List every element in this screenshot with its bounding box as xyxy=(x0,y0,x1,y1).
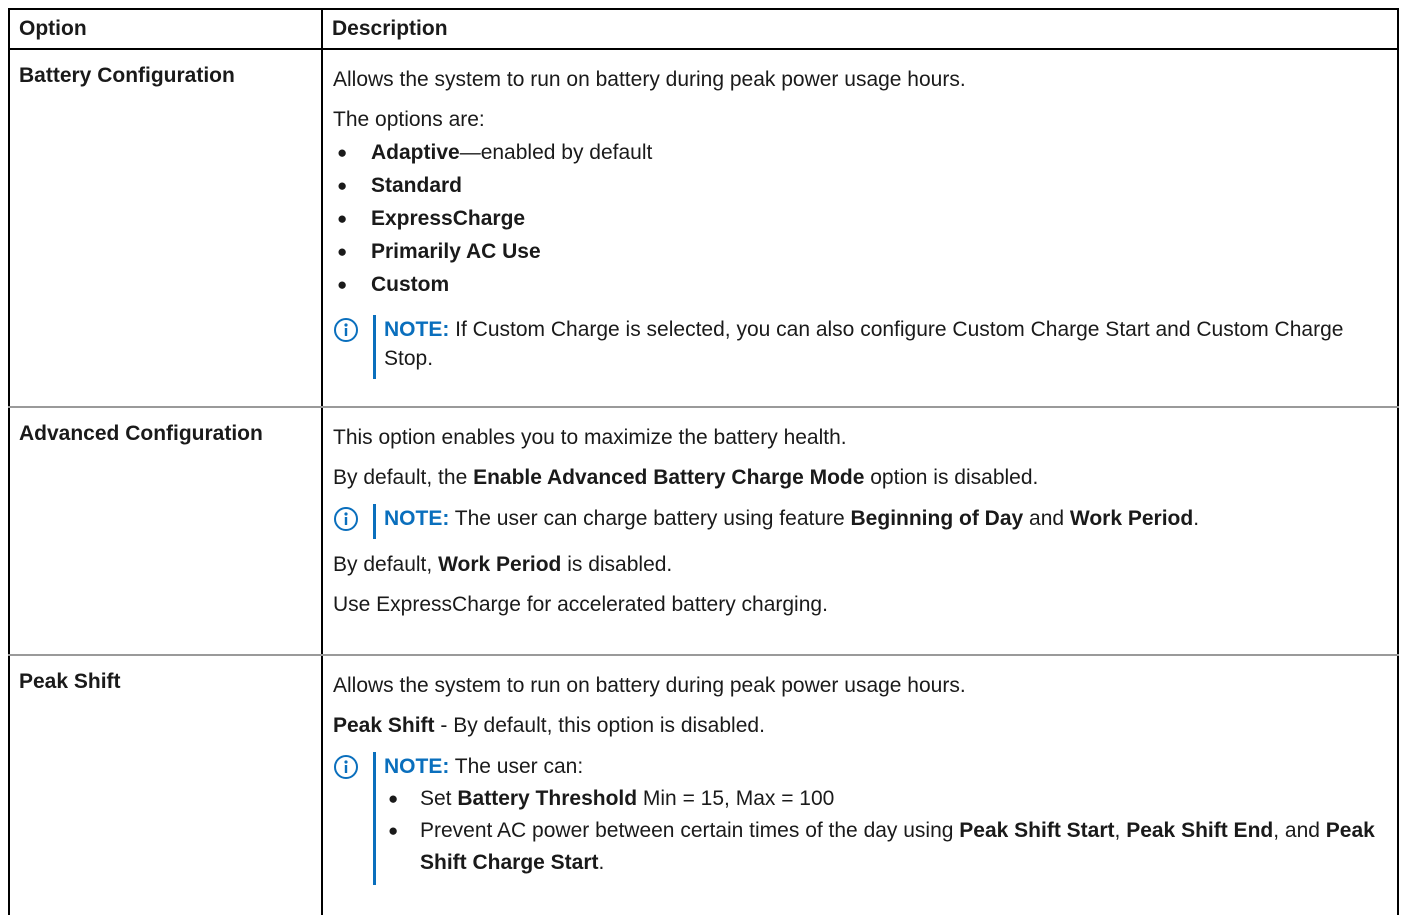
peak-note: NOTE: The user can: ● Set Battery Thresho… xyxy=(333,752,1387,885)
battery-desc-line2: The options are: xyxy=(333,108,485,131)
table-row-peak-shift: Peak Shift Allows the system to run on b… xyxy=(8,655,1399,915)
header-option: Option xyxy=(8,8,323,50)
info-circle-icon xyxy=(334,318,358,342)
advanced-desc-line4: Use ExpressCharge for accelerated batter… xyxy=(333,593,828,616)
description-battery-configuration: Allows the system to run on battery duri… xyxy=(321,49,1399,408)
peak-note-list: ● Set Battery Threshold Min = 15, Max = 1… xyxy=(384,783,1387,879)
battery-desc-line1: Allows the system to run on battery duri… xyxy=(333,68,966,91)
list-item-expresscharge: ● ExpressCharge xyxy=(333,202,1387,235)
peak-desc-line1: Allows the system to run on battery duri… xyxy=(333,674,966,697)
note-label: NOTE: xyxy=(384,507,450,530)
battery-note: NOTE: If Custom Charge is selected, you … xyxy=(333,315,1387,379)
bullet-dot-icon: ● xyxy=(337,242,348,261)
note-label: NOTE: xyxy=(384,318,450,341)
description-peak-shift: Allows the system to run on battery duri… xyxy=(321,655,1399,915)
bullet-dot-icon: ● xyxy=(337,209,348,228)
note-label: NOTE: xyxy=(384,755,450,778)
option-battery-configuration: Battery Configuration xyxy=(8,49,323,408)
list-item-primarily-ac-use: ● Primarily AC Use xyxy=(333,235,1387,268)
advanced-desc-line1: This option enables you to maximize the … xyxy=(333,426,847,449)
table-row-battery-configuration: Battery Configuration Allows the system … xyxy=(8,49,1399,408)
battery-options-list: ● Adaptive—enabled by default ● Standard ●… xyxy=(333,136,1387,301)
list-item-custom: ● Custom xyxy=(333,268,1387,301)
options-table-container: Option Description Battery Configuration… xyxy=(8,8,1399,915)
header-description: Description xyxy=(321,8,1399,50)
list-item-prevent-ac-power: ● Prevent AC power between certain times … xyxy=(384,815,1387,879)
peak-desc-line2: Peak Shift - By default, this option is … xyxy=(333,714,765,737)
bullet-dot-icon: ● xyxy=(337,176,348,195)
bullet-dot-icon: ● xyxy=(337,275,348,294)
advanced-note: NOTE: The user can charge battery using … xyxy=(333,504,1387,539)
list-item-battery-threshold: ● Set Battery Threshold Min = 15, Max = 1… xyxy=(384,783,1387,815)
option-peak-shift: Peak Shift xyxy=(8,655,323,915)
advanced-desc-line2: By default, the Enable Advanced Battery … xyxy=(333,466,1039,489)
options-table: Option Description Battery Configuration… xyxy=(8,8,1399,915)
table-header-row: Option Description xyxy=(8,8,1399,50)
list-item-adaptive: ● Adaptive—enabled by default xyxy=(333,136,1387,169)
advanced-desc-line3: By default, Work Period is disabled. xyxy=(333,553,673,576)
info-circle-icon xyxy=(334,755,358,779)
list-item-standard: ● Standard xyxy=(333,169,1387,202)
bullet-dot-icon: ● xyxy=(388,821,399,840)
bullet-dot-icon: ● xyxy=(337,143,348,162)
option-advanced-configuration: Advanced Configuration xyxy=(8,407,323,656)
info-circle-icon xyxy=(334,507,358,531)
bullet-dot-icon: ● xyxy=(388,789,399,808)
note-text: If Custom Charge is selected, you can al… xyxy=(384,318,1344,370)
description-advanced-configuration: This option enables you to maximize the … xyxy=(321,407,1399,656)
table-row-advanced-configuration: Advanced Configuration This option enabl… xyxy=(8,407,1399,656)
